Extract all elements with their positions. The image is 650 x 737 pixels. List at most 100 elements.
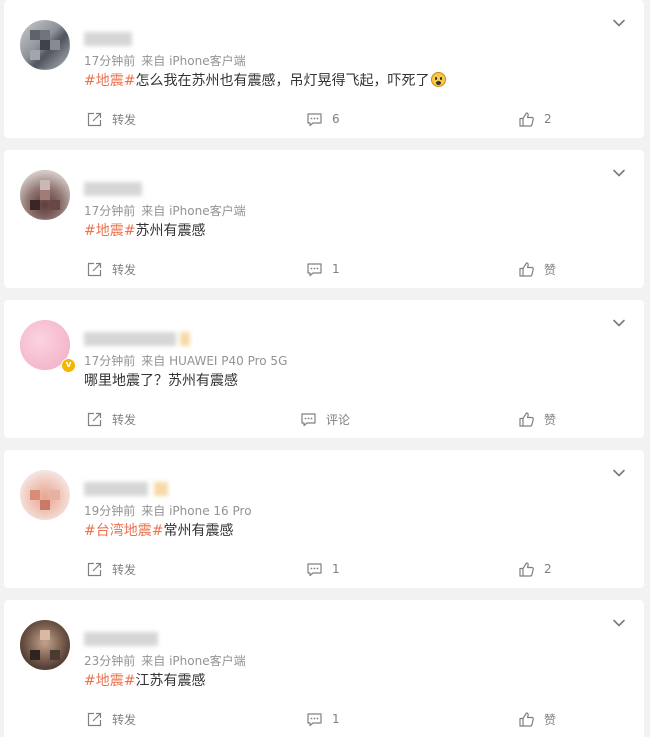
comment-count: 1 bbox=[332, 262, 340, 276]
like-count: 2 bbox=[544, 112, 552, 126]
post-meta: 17分钟前 来自 iPhone客户端 bbox=[84, 202, 246, 219]
username-blurred[interactable] bbox=[84, 481, 168, 497]
post-source: 来自 iPhone 16 Pro bbox=[141, 504, 252, 518]
post-content: #地震#苏州有震感 bbox=[84, 222, 205, 240]
thumbs-up-icon bbox=[519, 711, 534, 727]
avatar[interactable] bbox=[20, 620, 70, 670]
post-card: 17分钟前 来自 iPhone客户端 #地震#怎么我在苏州也有震感，吊灯晃得飞起，… bbox=[4, 0, 644, 138]
chevron-down-icon[interactable] bbox=[612, 166, 626, 180]
chevron-down-icon[interactable] bbox=[612, 16, 626, 30]
hashtag-link[interactable]: #台湾地震# bbox=[84, 523, 163, 539]
post-meta: 17分钟前 来自 HUAWEI P40 Pro 5G bbox=[84, 352, 287, 369]
like-button[interactable]: 赞 bbox=[518, 408, 556, 430]
like-label: 赞 bbox=[544, 412, 557, 427]
post-time: 17分钟前 bbox=[84, 54, 136, 68]
post-card: 23分钟前 来自 iPhone客户端 #地震#江苏有震感 转发 1 赞 bbox=[4, 600, 644, 737]
post-text: 苏州有震感 bbox=[135, 223, 206, 239]
post-source: 来自 iPhone客户端 bbox=[141, 54, 246, 68]
repost-icon bbox=[87, 562, 102, 576]
post-text: 哪里地震了？苏州有震感 bbox=[84, 373, 238, 389]
thumbs-up-icon bbox=[519, 111, 534, 127]
username-blurred[interactable] bbox=[84, 181, 142, 197]
post-card: 17分钟前 来自 iPhone客户端 #地震#苏州有震感 转发 1 赞 bbox=[4, 150, 644, 288]
post-meta: 17分钟前 来自 iPhone客户端 bbox=[84, 52, 246, 69]
post-time: 19分钟前 bbox=[84, 504, 136, 518]
comment-icon bbox=[307, 562, 322, 576]
post-meta: 23分钟前 来自 iPhone客户端 bbox=[84, 652, 246, 669]
post-source: 来自 iPhone客户端 bbox=[141, 654, 246, 668]
verified-badge-icon: v bbox=[61, 358, 76, 373]
avatar[interactable] bbox=[20, 470, 70, 520]
chevron-down-icon[interactable] bbox=[612, 616, 626, 630]
repost-button[interactable]: 转发 bbox=[86, 408, 136, 430]
scared-face-emoji bbox=[431, 72, 447, 87]
repost-label: 转发 bbox=[112, 412, 137, 427]
action-bar: 转发 1 赞 bbox=[4, 708, 644, 730]
repost-icon bbox=[87, 112, 102, 126]
post-source: 来自 iPhone客户端 bbox=[141, 204, 246, 218]
comment-count: 1 bbox=[332, 562, 340, 576]
repost-button[interactable]: 转发 bbox=[86, 708, 136, 730]
thumbs-up-icon bbox=[519, 411, 534, 427]
repost-button[interactable]: 转发 bbox=[86, 258, 136, 280]
post-text: 江苏有震感 bbox=[135, 673, 206, 689]
username-blurred[interactable] bbox=[84, 31, 132, 47]
action-bar: 转发 1 2 bbox=[4, 558, 644, 580]
post-card: 19分钟前 来自 iPhone 16 Pro #台湾地震#常州有震感 转发 1 2 bbox=[4, 450, 644, 588]
comment-icon bbox=[301, 412, 316, 426]
comment-label: 评论 bbox=[326, 412, 351, 427]
comment-icon bbox=[307, 262, 322, 276]
repost-button[interactable]: 转发 bbox=[86, 108, 136, 130]
comment-count: 6 bbox=[332, 112, 340, 126]
comment-button[interactable]: 1 bbox=[306, 258, 340, 280]
hashtag-link[interactable]: #地震# bbox=[84, 73, 135, 89]
avatar[interactable] bbox=[20, 170, 70, 220]
hashtag-link[interactable]: #地震# bbox=[84, 223, 135, 239]
post-time: 23分钟前 bbox=[84, 654, 136, 668]
repost-button[interactable]: 转发 bbox=[86, 558, 136, 580]
thumbs-up-icon bbox=[519, 261, 534, 277]
comment-icon bbox=[307, 712, 322, 726]
post-content: #地震#怎么我在苏州也有震感，吊灯晃得飞起，吓死了 bbox=[84, 72, 447, 90]
post-content: #地震#江苏有震感 bbox=[84, 672, 205, 690]
action-bar: 转发 1 赞 bbox=[4, 258, 644, 280]
post-meta: 19分钟前 来自 iPhone 16 Pro bbox=[84, 502, 252, 519]
username-blurred[interactable] bbox=[84, 331, 190, 347]
weibo-comment-feed: 17分钟前 来自 iPhone客户端 #地震#怎么我在苏州也有震感，吊灯晃得飞起，… bbox=[0, 0, 650, 737]
post-text: 怎么我在苏州也有震感，吊灯晃得飞起，吓死了 bbox=[135, 73, 430, 89]
hashtag-link[interactable]: #地震# bbox=[84, 673, 135, 689]
repost-icon bbox=[87, 712, 102, 726]
post-card: v 17分钟前 来自 HUAWEI P40 Pro 5G 哪里地震了？苏州有震感 … bbox=[4, 300, 644, 438]
like-button[interactable]: 2 bbox=[518, 108, 552, 130]
repost-icon bbox=[87, 412, 102, 426]
post-source: 来自 HUAWEI P40 Pro 5G bbox=[141, 354, 288, 368]
repost-label: 转发 bbox=[112, 562, 137, 577]
post-content: #台湾地震#常州有震感 bbox=[84, 522, 233, 540]
username-blurred[interactable] bbox=[84, 631, 158, 647]
post-time: 17分钟前 bbox=[84, 204, 136, 218]
repost-icon bbox=[87, 262, 102, 276]
comment-count: 1 bbox=[332, 712, 340, 726]
like-label: 赞 bbox=[544, 262, 557, 277]
comment-button[interactable]: 1 bbox=[306, 558, 340, 580]
chevron-down-icon[interactable] bbox=[612, 316, 626, 330]
action-bar: 转发 6 2 bbox=[4, 108, 644, 130]
comment-button[interactable]: 1 bbox=[306, 708, 340, 730]
repost-label: 转发 bbox=[112, 112, 137, 127]
like-button[interactable]: 2 bbox=[518, 558, 552, 580]
comment-button[interactable]: 6 bbox=[306, 108, 340, 130]
post-content: 哪里地震了？苏州有震感 bbox=[84, 372, 238, 390]
like-label: 赞 bbox=[544, 712, 557, 727]
repost-label: 转发 bbox=[112, 712, 137, 727]
comment-button[interactable]: 评论 bbox=[300, 408, 350, 430]
comment-icon bbox=[307, 112, 322, 126]
action-bar: 转发 评论 赞 bbox=[4, 408, 644, 430]
like-count: 2 bbox=[544, 562, 552, 576]
chevron-down-icon[interactable] bbox=[612, 466, 626, 480]
thumbs-up-icon bbox=[519, 561, 534, 577]
avatar[interactable] bbox=[20, 20, 70, 70]
post-time: 17分钟前 bbox=[84, 354, 136, 368]
like-button[interactable]: 赞 bbox=[518, 258, 556, 280]
like-button[interactable]: 赞 bbox=[518, 708, 556, 730]
repost-label: 转发 bbox=[112, 262, 137, 277]
